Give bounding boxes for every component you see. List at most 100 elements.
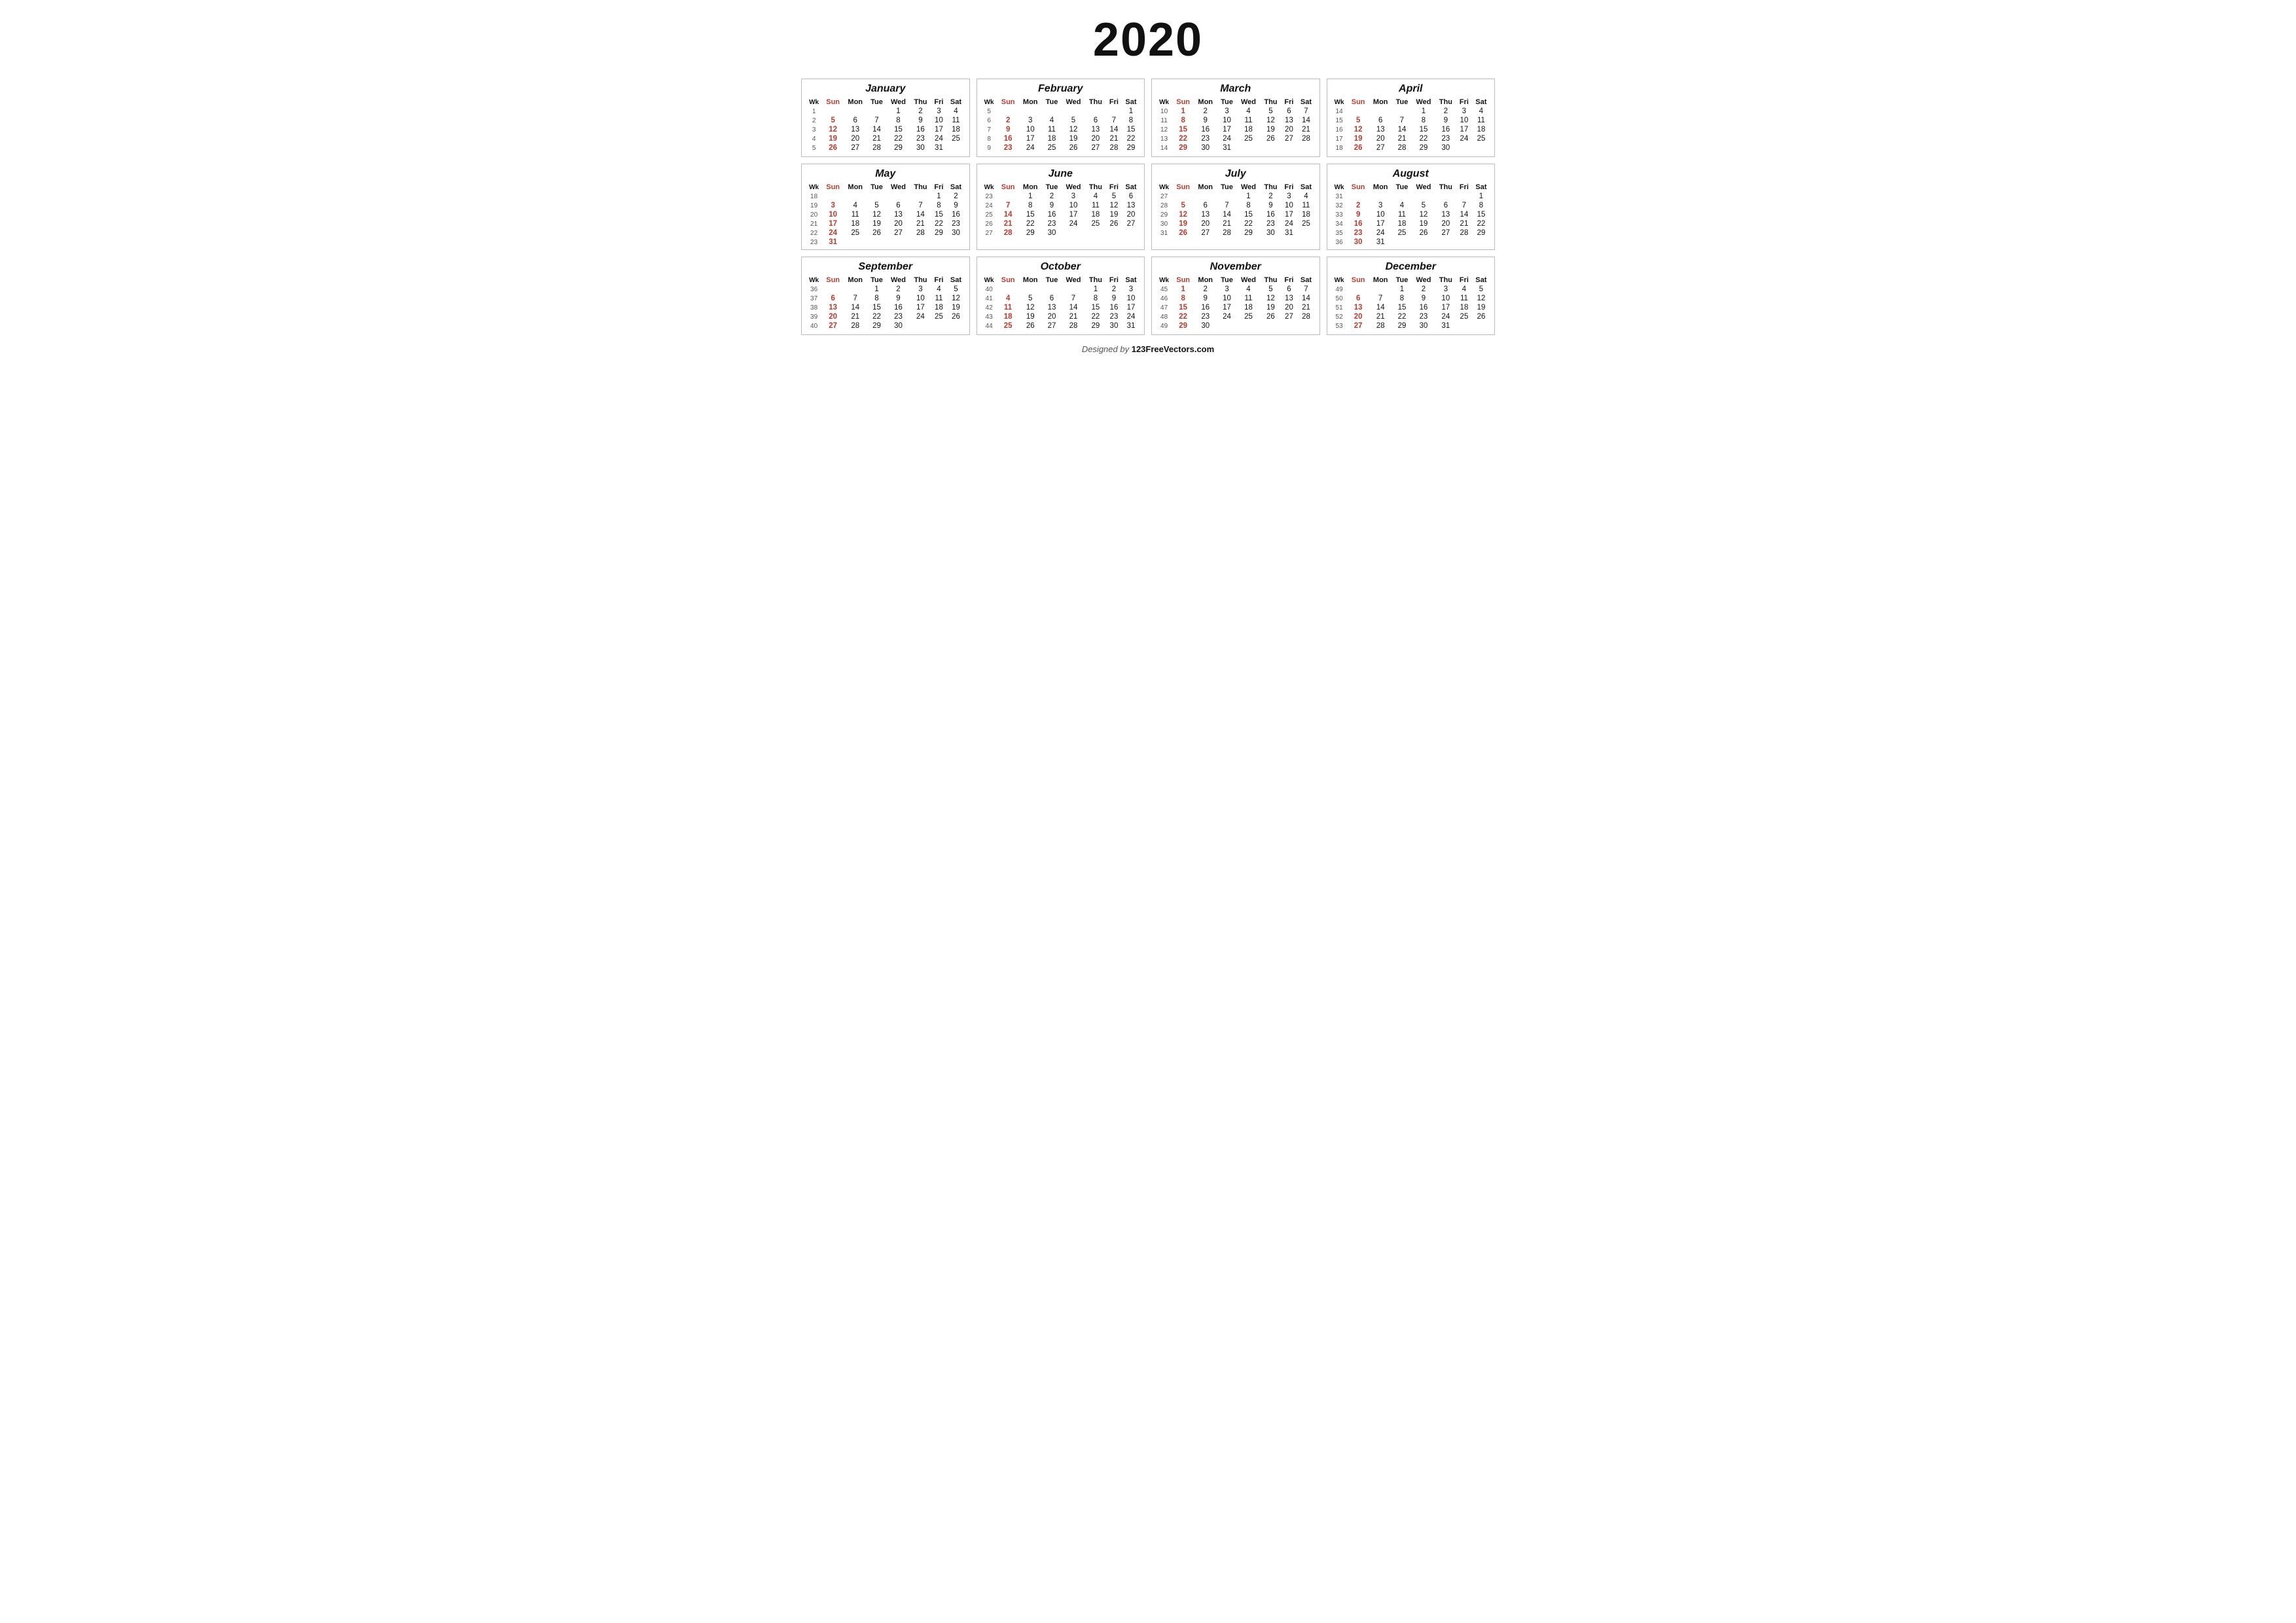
day-cell: 29 [1172,143,1194,152]
day-cell: 26 [1019,321,1042,330]
day-cell: 14 [997,210,1019,219]
day-cell: 14 [910,210,931,219]
month-table: WkSunMonTueWedThuFriSat18121934567892010… [806,183,965,247]
day-cell: 6 [1194,201,1217,210]
day-cell: 20 [887,219,910,228]
day-cell: 8 [1472,201,1490,210]
day-cell: 23 [1042,219,1062,228]
day-cell: 17 [1217,125,1236,134]
day-cell: 22 [867,312,886,321]
week-number [1331,152,1348,154]
day-cell [997,330,1019,332]
col-header-wk: Wk [981,276,997,285]
day-cell [867,192,886,201]
col-header-fri: Fri [1106,98,1122,107]
day-cell: 10 [1217,294,1236,303]
day-cell: 1 [1122,107,1140,116]
week-number: 23 [806,238,822,247]
day-cell: 2 [1042,192,1062,201]
day-cell: 1 [931,192,946,201]
day-cell [1297,321,1315,330]
day-cell [910,192,931,201]
day-cell [1106,238,1122,239]
day-cell: 21 [1217,219,1236,228]
week-row: 923242526272829 [981,143,1141,152]
day-cell [1281,143,1297,152]
week-number: 49 [1331,285,1348,294]
day-cell: 12 [1062,125,1085,134]
day-cell [931,152,946,154]
week-row [981,330,1141,332]
week-row: 376789101112 [806,294,965,303]
week-row: 1215161718192021 [1156,125,1316,134]
col-header-wed: Wed [887,98,910,107]
day-cell: 30 [946,228,965,238]
col-header-wk: Wk [1331,98,1348,107]
week-row: 312131415161718 [806,125,965,134]
day-cell: 7 [1392,116,1412,125]
day-cell: 28 [1369,321,1392,330]
day-cell: 1 [1172,285,1194,294]
day-cell: 21 [1456,219,1472,228]
day-cell: 16 [910,125,931,134]
day-cell: 30 [1435,143,1456,152]
day-cell: 28 [1062,321,1085,330]
day-cell: 28 [910,228,931,238]
col-header-sun: Sun [1348,98,1369,107]
day-cell: 30 [1194,143,1217,152]
col-header-mon: Mon [1194,276,1217,285]
day-cell: 1 [1237,192,1261,201]
day-cell: 10 [1062,201,1085,210]
day-cell: 2 [910,107,931,116]
col-header-wed: Wed [1062,276,1085,285]
week-row: 271234 [1156,192,1316,201]
day-cell: 27 [1194,228,1217,238]
day-cell: 11 [1085,201,1106,210]
day-cell: 8 [1172,116,1194,125]
day-cell: 4 [1085,192,1106,201]
col-header-sat: Sat [1297,276,1315,285]
col-header-wk: Wk [806,276,822,285]
day-cell [1260,321,1281,330]
month-name: December [1331,261,1491,273]
week-number: 31 [1156,228,1172,238]
day-cell: 14 [1106,125,1122,134]
day-cell: 7 [1106,116,1122,125]
col-header-wk: Wk [1156,276,1172,285]
day-cell [1456,143,1472,152]
day-cell: 27 [887,228,910,238]
day-cell [1062,330,1085,332]
day-cell: 31 [1435,321,1456,330]
day-cell: 2 [1435,107,1456,116]
day-cell [1237,321,1261,330]
day-cell [997,238,1019,239]
col-header-thu: Thu [910,98,931,107]
day-cell: 12 [1472,294,1490,303]
week-number: 41 [981,294,997,303]
day-cell [822,192,844,201]
week-row: 51 [981,107,1141,116]
day-cell: 16 [1106,303,1122,312]
day-cell: 25 [1042,143,1062,152]
day-cell: 18 [1237,303,1261,312]
day-cell: 14 [1392,125,1412,134]
day-cell: 24 [1122,312,1140,321]
week-number: 39 [806,312,822,321]
day-cell: 8 [1172,294,1194,303]
col-header-wk: Wk [981,183,997,192]
day-cell: 13 [1281,294,1297,303]
day-cell [1194,152,1217,154]
day-cell: 1 [887,107,910,116]
day-cell [1019,330,1042,332]
day-cell [1297,238,1315,239]
calendar-grid: JanuaryWkSunMonTueWedThuFriSat1123425678… [801,79,1495,335]
day-cell: 15 [1172,303,1194,312]
day-cell [1348,285,1369,294]
day-cell: 20 [1281,125,1297,134]
day-cell: 30 [887,321,910,330]
day-cell: 2 [997,116,1019,125]
day-cell [1122,152,1140,154]
day-cell: 9 [1348,210,1369,219]
week-row: 311 [1331,192,1491,201]
week-row: 2117181920212223 [806,219,965,228]
